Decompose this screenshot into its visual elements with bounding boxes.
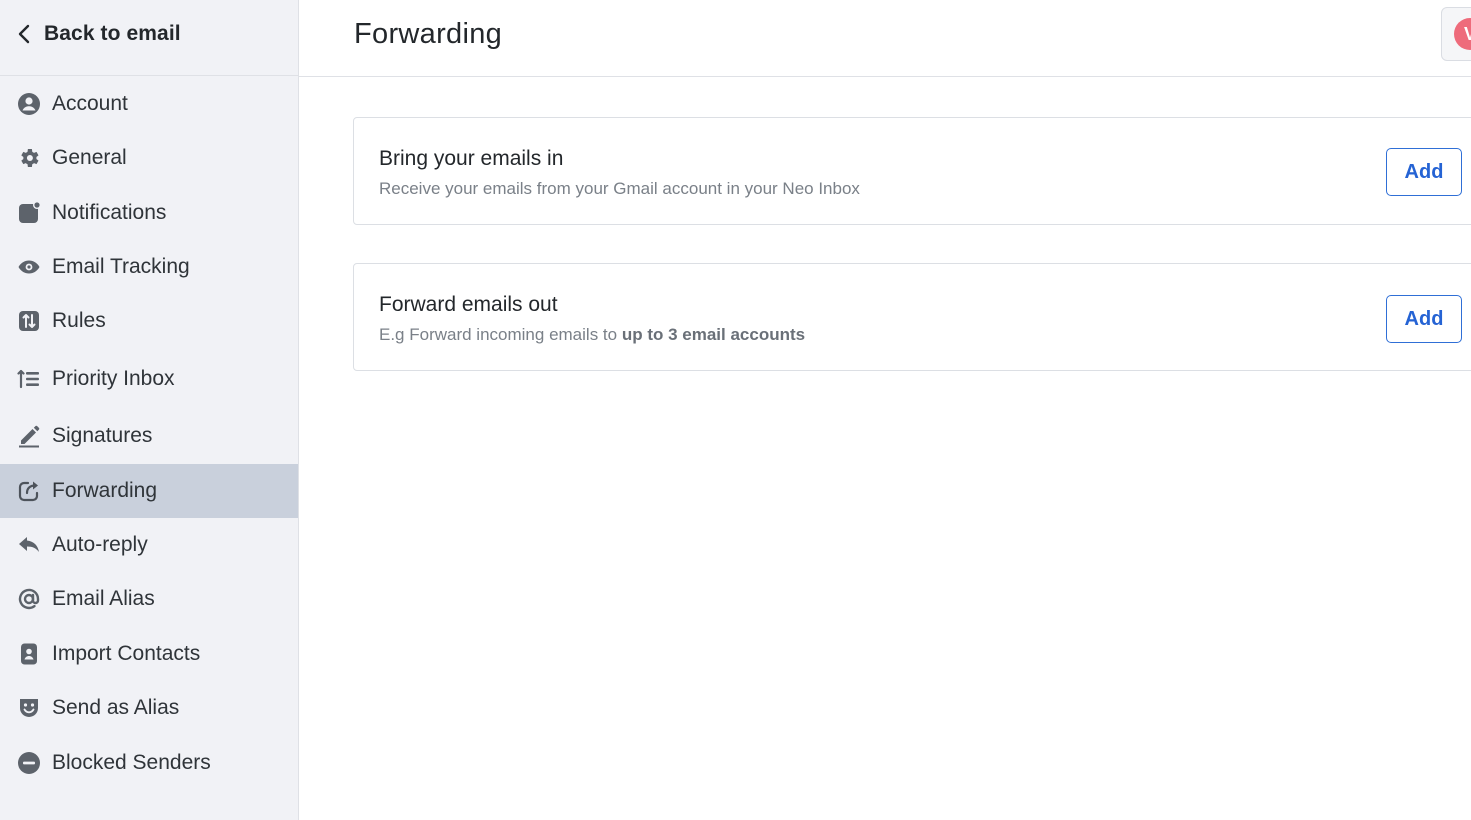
reply-arrow-icon (17, 533, 41, 557)
sidebar-item-label: Import Contacts (52, 642, 201, 665)
sidebar-item-label: Rules (52, 309, 106, 332)
settings-app: Back to email Account General Notificati (0, 0, 1471, 820)
sidebar-item-label: Blocked Senders (52, 751, 211, 774)
back-to-email-label: Back to email (44, 22, 181, 45)
card-description: Receive your emails from your Gmail acco… (379, 179, 860, 198)
sidebar-item-email-alias[interactable]: Email Alias (0, 572, 298, 626)
sidebar-item-general[interactable]: General (0, 131, 298, 185)
settings-sidebar: Back to email Account General Notificati (0, 0, 299, 820)
chevron-left-icon (16, 24, 34, 44)
sidebar-item-blocked-senders[interactable]: Blocked Senders (0, 736, 298, 790)
block-icon (17, 751, 41, 775)
page-title: Forwarding (354, 18, 503, 50)
sidebar-item-label: Signatures (52, 424, 153, 447)
gear-icon (17, 146, 41, 170)
sidebar-item-rules[interactable]: Rules (0, 294, 298, 348)
back-to-email-button[interactable]: Back to email (0, 0, 298, 76)
sidebar-item-email-tracking[interactable]: Email Tracking (0, 240, 298, 294)
sidebar-item-auto-reply[interactable]: Auto-reply (0, 518, 298, 572)
sidebar-item-signatures[interactable]: Signatures (0, 409, 298, 463)
sidebar-item-send-as-alias[interactable]: Send as Alias (0, 681, 298, 735)
avatar: V (1454, 18, 1471, 50)
contact-card-icon (17, 642, 41, 666)
sidebar-item-label: Priority Inbox (52, 367, 175, 390)
add-bring-emails-in-button[interactable]: Add (1386, 148, 1462, 196)
pen-icon (17, 424, 41, 448)
bring-emails-in-card: Bring your emails in Receive your emails… (353, 117, 1471, 225)
card-description-highlight: up to 3 email accounts (621, 325, 806, 344)
account-circle-icon (17, 92, 41, 116)
sidebar-item-label: Email Tracking (52, 255, 190, 278)
sidebar-item-label: Email Alias (52, 587, 155, 610)
forward-emails-out-card: Forward emails out E.g Forward incoming … (353, 263, 1471, 371)
sidebar-item-notifications[interactable]: Notifications (0, 186, 298, 240)
sidebar-item-import-contacts[interactable]: Import Contacts (0, 627, 298, 681)
sidebar-item-label: Auto-reply (52, 533, 148, 556)
sidebar-item-label: Account (52, 92, 128, 115)
card-description: E.g Forward incoming emails to up to 3 e… (379, 325, 805, 345)
account-switcher-button[interactable]: V (1441, 7, 1471, 61)
card-title: Forward emails out (379, 293, 558, 316)
at-sign-icon (17, 587, 41, 611)
forward-share-icon (17, 479, 41, 503)
sidebar-item-forwarding[interactable]: Forwarding (0, 464, 298, 518)
sidebar-item-label: Notifications (52, 201, 167, 224)
add-forward-emails-out-button[interactable]: Add (1386, 295, 1462, 343)
sidebar-item-account[interactable]: Account (0, 77, 298, 131)
sidebar-item-label: Forwarding (52, 479, 158, 502)
sidebar-item-label: Send as Alias (52, 696, 180, 719)
page-header: Forwarding V (299, 0, 1471, 77)
sidebar-item-label: General (52, 146, 127, 169)
sidebar-item-priority-inbox[interactable]: Priority Inbox (0, 352, 298, 406)
mask-icon (17, 696, 41, 720)
notification-badge-icon (17, 201, 41, 225)
eye-icon (17, 255, 41, 279)
priority-list-icon (17, 367, 41, 391)
card-title: Bring your emails in (379, 147, 564, 170)
card-description-prefix: E.g Forward incoming emails to (379, 325, 622, 344)
rules-sort-icon (17, 309, 41, 333)
